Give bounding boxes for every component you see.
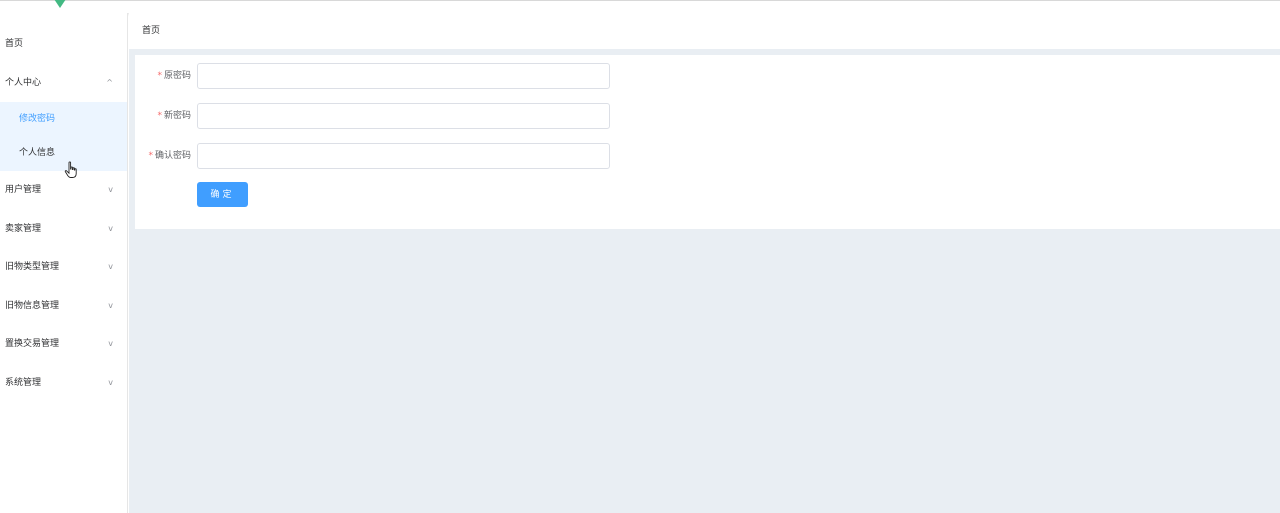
confirm-password-input[interactable] [197, 143, 610, 169]
sidebar-item-item-type-management[interactable]: 旧物类型管理 v [0, 249, 127, 285]
chevron-down-icon: v [108, 262, 113, 271]
sidebar-item-label: 旧物类型管理 [5, 262, 60, 272]
chevron-up-icon: ^ [106, 78, 113, 87]
chevron-down-icon: v [108, 301, 113, 310]
sidebar-item-label: 个人中心 [5, 78, 42, 88]
breadcrumb: 首页 [129, 13, 1280, 49]
sidebar-item-system-management[interactable]: 系统管理 v [0, 365, 127, 401]
logo-icon [54, 0, 66, 8]
form-row-old-password: * 原密码 [135, 63, 635, 89]
submit-button[interactable]: 确定 [197, 182, 248, 207]
new-password-label: * 新密码 [157, 111, 191, 121]
sidebar-item-home[interactable]: 首页 [0, 26, 127, 62]
hand-pointer-icon [64, 161, 77, 178]
sidebar-item-label: 旧物信息管理 [5, 301, 60, 311]
required-mark: * [148, 151, 153, 161]
new-password-input[interactable] [197, 103, 610, 129]
sidebar-menu: 首页 个人中心 ^ 修改密码 个人信息 用户管理 v 卖家管理 v 旧物类型管理… [0, 13, 128, 513]
sidebar-item-item-info-management[interactable]: 旧物信息管理 v [0, 288, 127, 324]
chevron-down-icon: v [108, 224, 113, 233]
required-mark: * [157, 111, 162, 121]
old-password-input[interactable] [197, 63, 610, 89]
main-content: 首页 * 原密码 * 新密码 * 确认密码 确定 [129, 13, 1280, 513]
form-row-new-password: * 新密码 [135, 103, 635, 129]
change-password-form: * 原密码 * 新密码 * 确认密码 确定 [135, 55, 1280, 229]
form-row-confirm-password: * 确认密码 [135, 143, 635, 169]
sidebar-item-change-password[interactable]: 修改密码 [0, 102, 127, 136]
breadcrumb-home[interactable]: 首页 [142, 26, 160, 36]
sidebar-item-label: 首页 [5, 39, 24, 49]
chevron-down-icon: v [108, 378, 113, 387]
old-password-label: * 原密码 [157, 71, 191, 81]
sidebar-item-seller-management[interactable]: 卖家管理 v [0, 211, 127, 247]
confirm-password-label: * 确认密码 [148, 151, 191, 161]
required-mark: * [157, 71, 162, 81]
sidebar-item-label: 修改密码 [19, 114, 56, 124]
sidebar-item-label: 卖家管理 [5, 224, 42, 234]
top-header [0, 0, 1280, 13]
chevron-down-icon: v [108, 185, 113, 194]
sidebar-item-label: 系统管理 [5, 378, 42, 388]
sidebar-item-exchange-management[interactable]: 置换交易管理 v [0, 326, 127, 362]
sidebar-item-label: 个人信息 [19, 148, 56, 158]
sidebar-item-personal-center[interactable]: 个人中心 ^ [0, 65, 127, 101]
sidebar-item-label: 置换交易管理 [5, 339, 60, 349]
sidebar-item-label: 用户管理 [5, 185, 42, 195]
chevron-down-icon: v [108, 339, 113, 348]
